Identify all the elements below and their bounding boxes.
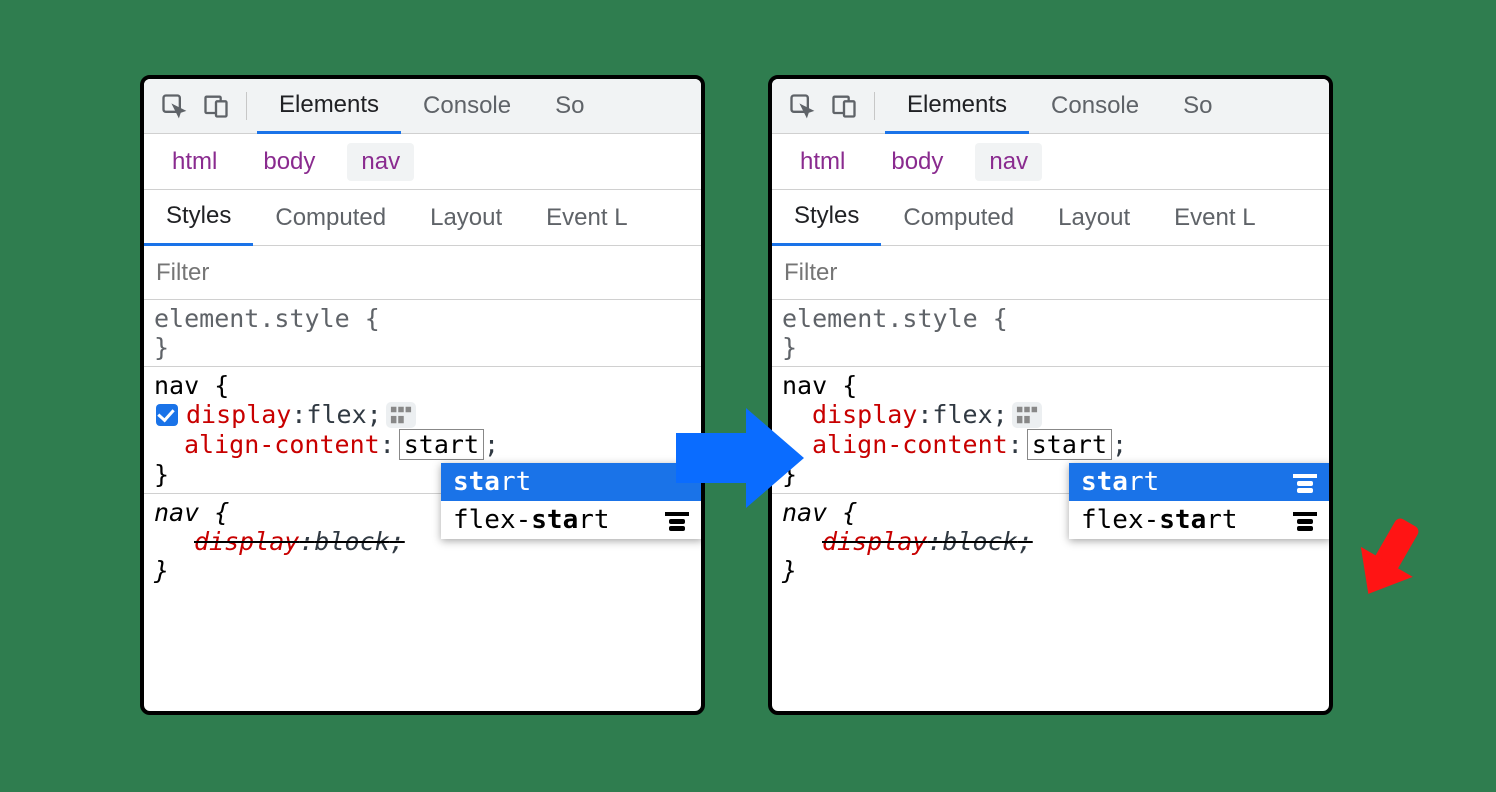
- decl-align-content[interactable]: align-content : start ;: [154, 429, 691, 460]
- toolbar-divider: [874, 92, 875, 120]
- align-start-icon: [1291, 509, 1319, 531]
- filter-input[interactable]: [156, 259, 689, 287]
- nav-open[interactable]: nav {: [782, 371, 1319, 400]
- devtools-panel-before: Elements Console So html body nav Styles…: [140, 75, 705, 715]
- device-toggle-icon[interactable]: [202, 92, 230, 120]
- device-toggle-icon[interactable]: [830, 92, 858, 120]
- subtab-eventlisteners-partial[interactable]: Event L: [1152, 190, 1277, 246]
- devtools-toolbar: Elements Console So: [772, 79, 1329, 134]
- tab-elements[interactable]: Elements: [257, 79, 401, 134]
- crumb-html[interactable]: html: [786, 143, 859, 181]
- filter-row: [144, 246, 701, 300]
- devtools-toolbar: Elements Console So: [144, 79, 701, 134]
- crumb-body[interactable]: body: [249, 143, 329, 181]
- styles-subtabs: Styles Computed Layout Event L: [772, 190, 1329, 246]
- autocomplete-opt-flex-start[interactable]: flex-start: [441, 501, 703, 539]
- value-editing[interactable]: start: [399, 429, 484, 460]
- element-style-close: }: [782, 333, 1319, 362]
- element-style-open[interactable]: element.style {: [154, 304, 691, 333]
- flex-editor-icon[interactable]: [1012, 402, 1042, 428]
- tab-sources-partial[interactable]: So: [533, 79, 606, 134]
- autocomplete-opt-start[interactable]: start: [1069, 463, 1331, 501]
- decl-display[interactable]: display : flex ;: [154, 400, 691, 429]
- tab-console[interactable]: Console: [401, 79, 533, 134]
- toolbar-divider: [246, 92, 247, 120]
- checkbox-display[interactable]: [156, 404, 178, 426]
- subtab-eventlisteners-partial[interactable]: Event L: [524, 190, 649, 246]
- subtab-styles[interactable]: Styles: [772, 190, 881, 246]
- crumb-nav[interactable]: nav: [975, 143, 1042, 181]
- inspect-icon[interactable]: [160, 92, 188, 120]
- crumb-body[interactable]: body: [877, 143, 957, 181]
- autocomplete-dropdown: start flex-start: [1069, 463, 1331, 539]
- element-style-open[interactable]: element.style {: [782, 304, 1319, 333]
- callout-arrow-icon: [1335, 505, 1435, 605]
- breadcrumbs: html body nav: [144, 134, 701, 190]
- rule-nav: nav { display : flex ; align-content : s…: [772, 367, 1329, 494]
- breadcrumbs: html body nav: [772, 134, 1329, 190]
- nav-open[interactable]: nav {: [154, 371, 691, 400]
- flex-editor-icon[interactable]: [386, 402, 416, 428]
- devtools-panel-after: Elements Console So html body nav Styles…: [768, 75, 1333, 715]
- subtab-layout[interactable]: Layout: [1036, 190, 1152, 246]
- inspect-icon[interactable]: [788, 92, 816, 120]
- filter-input[interactable]: [784, 259, 1317, 287]
- autocomplete-opt-start[interactable]: start: [441, 463, 703, 501]
- autocomplete-dropdown: start flex-start: [441, 463, 703, 539]
- decl-display[interactable]: display : flex ;: [782, 400, 1319, 429]
- subtab-layout[interactable]: Layout: [408, 190, 524, 246]
- filter-row: [772, 246, 1329, 300]
- styles-subtabs: Styles Computed Layout Event L: [144, 190, 701, 246]
- tab-console[interactable]: Console: [1029, 79, 1161, 134]
- crumb-nav[interactable]: nav: [347, 143, 414, 181]
- decl-align-content[interactable]: align-content : start ;: [782, 429, 1319, 460]
- rule-nav: nav { display : flex ; align-content : s…: [144, 367, 701, 494]
- rule-element-style: element.style { }: [772, 300, 1329, 367]
- transition-arrow-icon: [676, 398, 806, 518]
- nav-ua-close: }: [154, 556, 691, 585]
- tab-elements[interactable]: Elements: [885, 79, 1029, 134]
- crumb-html[interactable]: html: [158, 143, 231, 181]
- element-style-close: }: [154, 333, 691, 362]
- subtab-styles[interactable]: Styles: [144, 190, 253, 246]
- subtab-computed[interactable]: Computed: [253, 190, 408, 246]
- value-editing[interactable]: start: [1027, 429, 1112, 460]
- align-start-icon: [1291, 471, 1319, 493]
- rule-element-style: element.style { }: [144, 300, 701, 367]
- tab-sources-partial[interactable]: So: [1161, 79, 1234, 134]
- autocomplete-opt-flex-start[interactable]: flex-start: [1069, 501, 1331, 539]
- nav-ua-close: }: [782, 556, 1319, 585]
- subtab-computed[interactable]: Computed: [881, 190, 1036, 246]
